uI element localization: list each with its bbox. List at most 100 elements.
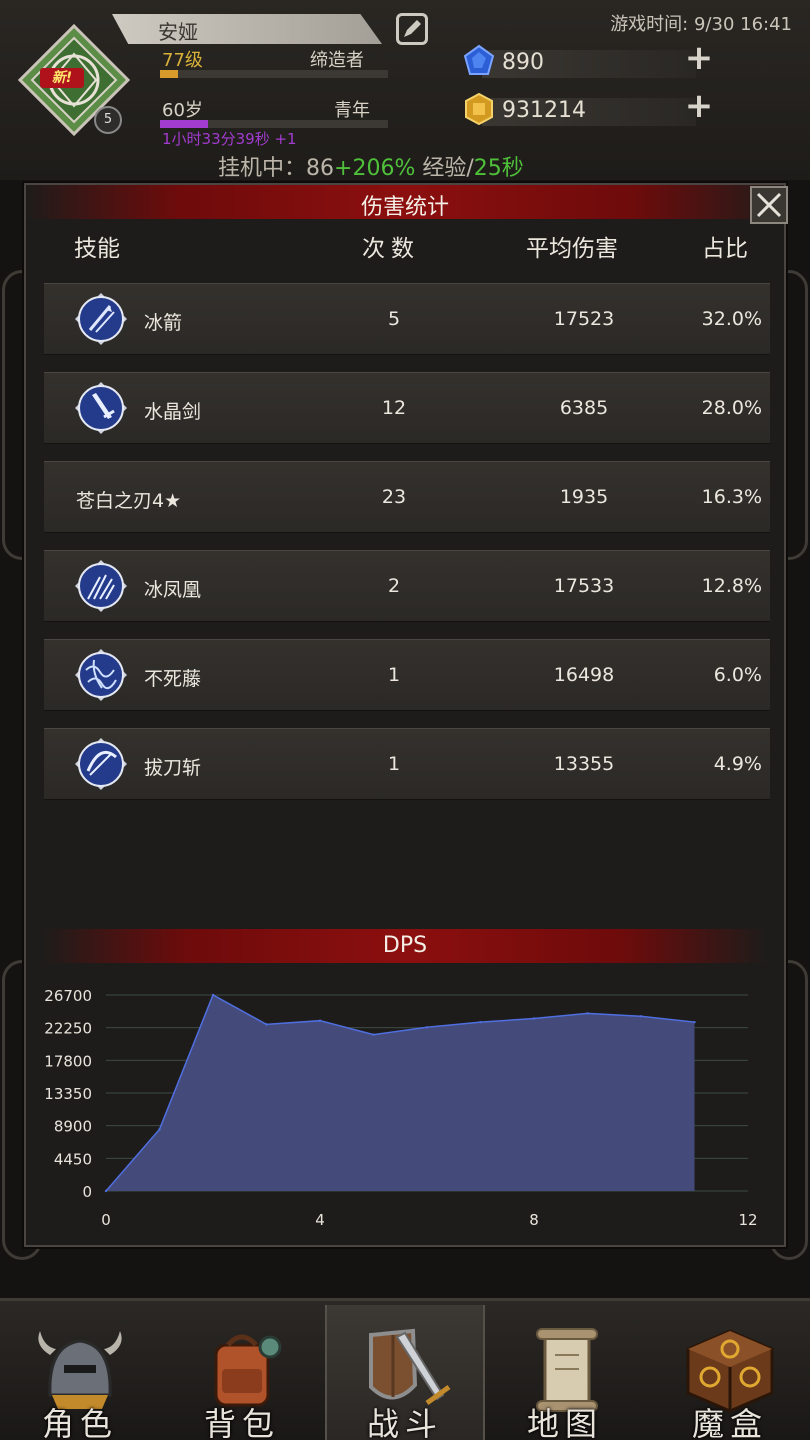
y-tick-label: 0 xyxy=(82,1183,92,1201)
dps-point xyxy=(639,1015,643,1018)
x-tick-label: 12 xyxy=(738,1211,757,1229)
gold-coin-icon xyxy=(462,92,496,126)
close-icon xyxy=(756,192,782,218)
skill-avg-damage: 17533 xyxy=(553,575,615,597)
skill-name: 冰箭 xyxy=(144,312,183,334)
age-timer: 1小时33分39秒 +1 xyxy=(162,130,297,148)
dps-area xyxy=(106,995,695,1191)
dps-chart: 0 4450 8900 13350 17800 22250 26700 0 4 8 12 xyxy=(44,987,757,1229)
idle-status: 挂机中：86+206% 经验/25秒 xyxy=(218,150,524,182)
rank-badge: 5 xyxy=(94,106,122,134)
table-row[interactable]: 拔刀斩 1 13355 4.9% xyxy=(44,728,770,800)
skill-name: 不死藤 xyxy=(144,668,202,690)
dps-titlebar: DPS xyxy=(44,929,766,963)
bottom-nav: 角色 背包 战斗 地图 魔盒 xyxy=(0,1298,810,1440)
dialog-titlebar: 伤害统计 xyxy=(26,185,784,220)
skill-avg-damage: 1935 xyxy=(559,486,609,508)
blue-gem-icon xyxy=(462,44,496,78)
skill-avg-damage: 16498 xyxy=(553,664,615,686)
y-tick-label: 8900 xyxy=(54,1118,92,1136)
ice-phoenix-icon xyxy=(74,559,128,613)
nav-item-character[interactable]: 角色 xyxy=(0,1305,160,1440)
skill-percent: 16.3% xyxy=(701,486,762,508)
skill-percent: 32.0% xyxy=(701,308,762,330)
character-class: 缔造者 xyxy=(310,50,364,71)
skill-count: 5 xyxy=(387,308,401,330)
age-progress-fill xyxy=(160,120,208,128)
dps-point xyxy=(265,1023,268,1026)
skill-percent: 12.8% xyxy=(701,575,762,597)
new-badge: 新! xyxy=(40,68,84,88)
gold-currency: 931214 + xyxy=(462,89,716,126)
dps-point xyxy=(425,1026,429,1029)
y-tick-label: 26700 xyxy=(44,987,92,1005)
skill-percent: 4.9% xyxy=(713,753,762,775)
ice-arrow-icon xyxy=(74,292,128,346)
age-progress-bar xyxy=(160,120,388,128)
dps-point xyxy=(211,993,215,997)
edit-icon[interactable] xyxy=(396,13,428,45)
dps-point xyxy=(372,1033,375,1036)
idle-rate: 25秒 xyxy=(473,156,524,181)
dps-point xyxy=(693,1020,696,1024)
level-progress-fill xyxy=(160,70,179,78)
dps-title: DPS xyxy=(382,933,428,958)
gem-currency: 890 + xyxy=(462,41,716,78)
game-time: 游戏时间: 9/30 16:41 xyxy=(610,14,792,35)
skill-percent: 28.0% xyxy=(701,397,762,419)
dps-point xyxy=(158,1128,161,1131)
nav-label: 战斗 xyxy=(366,1405,443,1440)
column-header-skill: 技能 xyxy=(74,236,120,262)
skill-count: 12 xyxy=(381,397,407,419)
crystal-sword-icon xyxy=(74,381,128,435)
skill-avg-damage: 13355 xyxy=(553,753,615,775)
column-header-avg-damage: 平均伤害 xyxy=(526,236,618,262)
idle-exp-label: 经验/ xyxy=(415,156,474,181)
y-tick-label: 22250 xyxy=(44,1020,92,1038)
y-tick-label: 17800 xyxy=(44,1052,92,1070)
name-plate xyxy=(112,14,382,44)
gold-amount: 931214 xyxy=(502,98,586,123)
add-gem-button[interactable]: + xyxy=(684,41,714,75)
x-tick-label: 4 xyxy=(315,1211,325,1229)
nav-label: 魔盒 xyxy=(691,1405,768,1440)
dps-point xyxy=(318,1019,322,1022)
table-row[interactable]: 苍白之刃4★ 23 1935 16.3% xyxy=(44,461,770,533)
table-row[interactable]: 冰箭 5 17523 32.0% xyxy=(44,283,770,355)
skill-avg-damage: 6385 xyxy=(559,397,609,419)
nav-item-backpack[interactable]: 背包 xyxy=(162,1305,322,1440)
add-gold-button[interactable]: + xyxy=(684,89,714,123)
table-row[interactable]: 不死藤 1 16498 6.0% xyxy=(44,639,770,711)
close-button[interactable] xyxy=(750,186,788,224)
status-header: 新! 5 安娅 77级 缔造者 60岁 青年 1小时33分39秒 +1 游戏时间… xyxy=(0,0,810,182)
y-tick-label: 13350 xyxy=(44,1085,92,1103)
dps-point xyxy=(104,1189,108,1193)
skill-name: 冰凤凰 xyxy=(144,579,202,601)
x-tick-label: 0 xyxy=(101,1211,111,1229)
nav-item-battle[interactable]: 战斗 xyxy=(325,1305,485,1440)
dps-point xyxy=(479,1020,482,1024)
table-row[interactable]: 水晶剑 12 6385 28.0% xyxy=(44,372,770,444)
iaido-slash-icon xyxy=(74,737,128,791)
nav-label: 角色 xyxy=(41,1405,118,1440)
nav-item-magic-box[interactable]: 魔盒 xyxy=(650,1305,810,1440)
damage-stats-dialog: 伤害统计 技能 次数 平均伤害 占比 冰箭 5 17523 32.0% 水晶剑 … xyxy=(24,183,788,1247)
column-header-percent: 占比 xyxy=(702,236,748,262)
column-header-count: 次数 xyxy=(362,236,420,262)
idle-value: 86 xyxy=(306,156,335,181)
dps-point xyxy=(532,1017,536,1020)
skill-name: 苍白之刃4★ xyxy=(76,490,182,512)
character-name: 安娅 xyxy=(158,20,198,44)
gem-amount: 890 xyxy=(502,50,544,75)
table-row[interactable]: 冰凤凰 2 17533 12.8% xyxy=(44,550,770,622)
nav-label: 地图 xyxy=(526,1405,603,1440)
nav-item-map[interactable]: 地图 xyxy=(485,1305,645,1440)
level-progress-bar xyxy=(160,70,388,78)
character-age: 60岁 xyxy=(162,100,203,121)
skill-count: 1 xyxy=(387,664,401,686)
skill-count: 1 xyxy=(387,753,401,775)
dialog-title: 伤害统计 xyxy=(360,195,449,220)
character-level: 77级 xyxy=(162,50,203,71)
undying-vine-icon xyxy=(74,648,128,702)
dps-point xyxy=(586,1012,589,1015)
